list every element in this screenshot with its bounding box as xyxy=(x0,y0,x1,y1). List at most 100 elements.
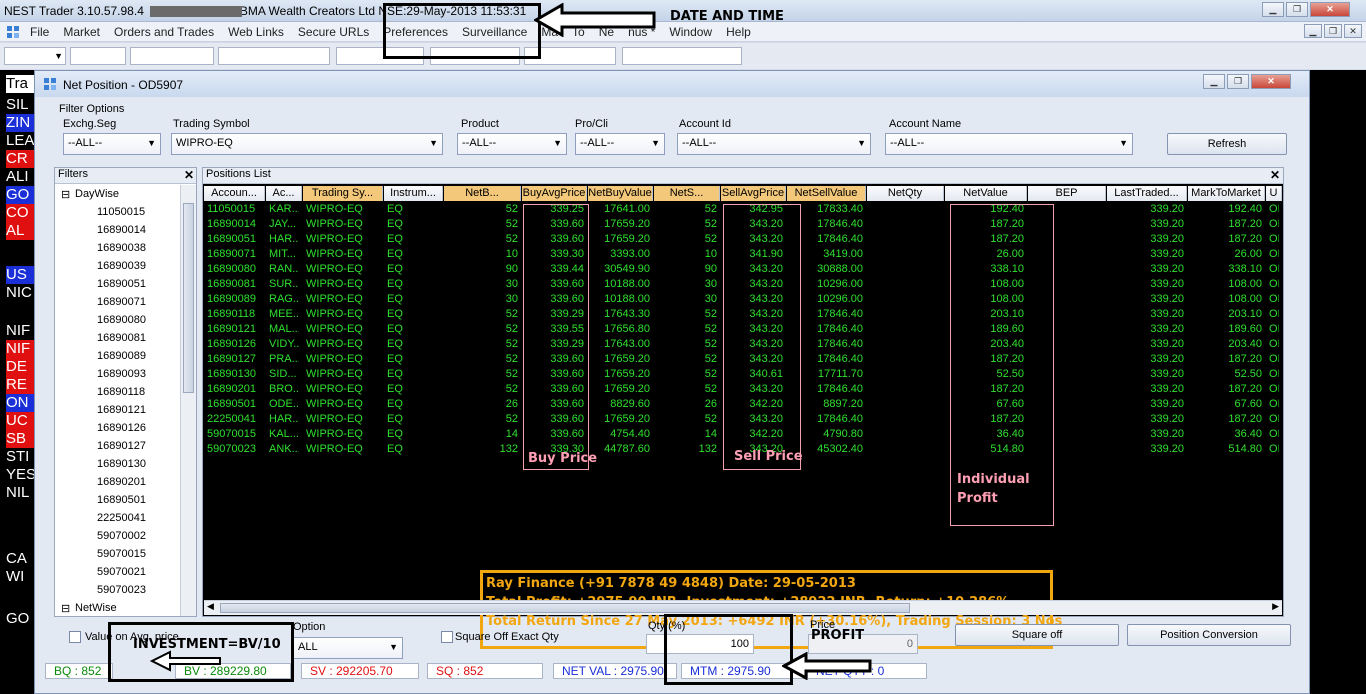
table-cell[interactable]: OI xyxy=(1269,367,1279,382)
column-header[interactable]: Ac... xyxy=(266,186,302,201)
table-cell[interactable]: 187.20 xyxy=(1191,382,1262,397)
market-watch-item[interactable]: LEA xyxy=(6,132,34,150)
table-cell[interactable]: 52 xyxy=(447,217,518,232)
table-cell[interactable]: EQ xyxy=(387,412,440,427)
table-cell[interactable]: WIPRO-EQ xyxy=(306,202,380,217)
filter-pro-cli-select[interactable]: --ALL-- ▼ xyxy=(575,133,665,155)
table-cell[interactable]: 203.40 xyxy=(1191,337,1262,352)
table-cell[interactable]: 52 xyxy=(447,232,518,247)
refresh-button[interactable]: Refresh xyxy=(1167,133,1287,155)
market-watch-item[interactable]: GO xyxy=(6,610,34,628)
table-cell[interactable]: 52 xyxy=(657,352,717,367)
table-cell[interactable]: 36.40 xyxy=(1191,427,1262,442)
filters-scrollbar[interactable] xyxy=(180,185,196,616)
close-icon[interactable]: ✕ xyxy=(1251,74,1291,89)
tree-node-account[interactable]: 11050015 xyxy=(97,206,145,218)
table-cell[interactable]: 16890118 xyxy=(207,307,262,322)
market-watch-item[interactable]: WI xyxy=(6,568,34,586)
table-cell[interactable]: 52 xyxy=(657,322,717,337)
close-icon[interactable]: ✕ xyxy=(1310,2,1350,17)
table-cell[interactable]: 52 xyxy=(447,307,518,322)
table-cell[interactable]: 339.20 xyxy=(1110,427,1184,442)
table-cell[interactable]: WIPRO-EQ xyxy=(306,337,380,352)
table-cell[interactable]: OI xyxy=(1269,412,1279,427)
table-cell[interactable]: 52 xyxy=(447,352,518,367)
tree-node-account[interactable]: 16890118 xyxy=(97,386,145,398)
table-cell[interactable]: 189.60 xyxy=(1191,322,1262,337)
mdi-restore-icon[interactable]: ❐ xyxy=(1324,24,1342,38)
table-cell[interactable]: ANK... xyxy=(269,442,299,457)
table-cell[interactable]: WIPRO-EQ xyxy=(306,217,380,232)
table-cell[interactable]: 30 xyxy=(657,292,717,307)
table-cell[interactable]: 52 xyxy=(657,232,717,247)
table-cell[interactable]: OI xyxy=(1269,322,1279,337)
table-cell[interactable] xyxy=(870,247,941,262)
table-cell[interactable]: OI xyxy=(1269,352,1279,367)
market-watch-item[interactable]: CR xyxy=(6,150,34,168)
table-cell[interactable]: EQ xyxy=(387,367,440,382)
table-cell[interactable] xyxy=(870,202,941,217)
tree-node-account[interactable]: 16890121 xyxy=(97,404,146,416)
table-cell[interactable]: 17659.20 xyxy=(591,367,650,382)
table-cell[interactable]: 52 xyxy=(447,337,518,352)
maximize-icon[interactable]: ❐ xyxy=(1227,74,1249,89)
market-watch-item[interactable]: SB xyxy=(6,430,34,448)
table-cell[interactable]: OI xyxy=(1269,217,1279,232)
table-cell[interactable]: JAY... xyxy=(269,217,299,232)
table-cell[interactable]: 52 xyxy=(447,382,518,397)
table-cell[interactable] xyxy=(870,337,941,352)
table-cell[interactable]: 108.00 xyxy=(1191,277,1262,292)
tree-node-account[interactable]: 16890501 xyxy=(97,494,146,506)
table-cell[interactable]: 187.20 xyxy=(1191,352,1262,367)
table-cell[interactable]: HAR... xyxy=(269,412,299,427)
market-watch-item[interactable]: NIL xyxy=(6,484,34,502)
filter-trading-symbol-select[interactable]: WIPRO-EQ ▼ xyxy=(171,133,443,155)
column-header[interactable]: Trading Sy... xyxy=(303,186,383,201)
square-off-exact-checkbox[interactable] xyxy=(441,631,453,643)
table-cell[interactable]: EQ xyxy=(387,277,440,292)
table-cell[interactable]: 10 xyxy=(657,247,717,262)
table-cell[interactable]: RAN... xyxy=(269,262,299,277)
table-cell[interactable] xyxy=(870,412,941,427)
table-cell[interactable]: 339.20 xyxy=(1110,307,1184,322)
table-cell[interactable]: 14 xyxy=(447,427,518,442)
table-cell[interactable]: EQ xyxy=(387,352,440,367)
table-cell[interactable]: 52 xyxy=(657,202,717,217)
market-watch-item[interactable]: YES xyxy=(6,466,34,484)
table-cell[interactable]: EQ xyxy=(387,217,440,232)
table-cell[interactable]: 132 xyxy=(657,442,717,457)
table-cell[interactable] xyxy=(870,352,941,367)
table-cell[interactable]: 16890051 xyxy=(207,232,262,247)
table-cell[interactable]: 52 xyxy=(657,382,717,397)
table-cell[interactable]: 3393.00 xyxy=(591,247,650,262)
table-cell[interactable]: 90 xyxy=(447,262,518,277)
table-cell[interactable]: OI xyxy=(1269,307,1279,322)
tree-node-account[interactable]: 16890093 xyxy=(97,368,146,380)
menu-item[interactable]: Orders and Trades xyxy=(114,25,214,39)
table-cell[interactable]: WIPRO-EQ xyxy=(306,367,380,382)
table-cell[interactable]: SUR... xyxy=(269,277,299,292)
market-watch-item[interactable]: RE xyxy=(6,376,34,394)
table-cell[interactable]: 339.20 xyxy=(1110,217,1184,232)
table-cell[interactable]: 52 xyxy=(657,217,717,232)
table-cell[interactable]: 26 xyxy=(447,397,518,412)
table-cell[interactable]: 30549.90 xyxy=(591,262,650,277)
table-cell[interactable]: WIPRO-EQ xyxy=(306,412,380,427)
column-header[interactable]: U xyxy=(1266,186,1282,201)
table-cell[interactable]: EQ xyxy=(387,292,440,307)
table-cell[interactable]: 339.20 xyxy=(1110,292,1184,307)
table-cell[interactable]: 10188.00 xyxy=(591,292,650,307)
market-watch-item[interactable]: UC xyxy=(6,412,34,430)
table-cell[interactable]: OI xyxy=(1269,337,1279,352)
table-cell[interactable] xyxy=(870,277,941,292)
table-cell[interactable]: KAR... xyxy=(269,202,299,217)
table-cell[interactable]: 44787.60 xyxy=(591,442,650,457)
table-cell[interactable]: 17659.20 xyxy=(591,232,650,247)
table-cell[interactable]: 16890126 xyxy=(207,337,262,352)
table-cell[interactable]: 52 xyxy=(657,337,717,352)
filter-exchg-seg-select[interactable]: --ALL-- ▼ xyxy=(63,133,161,155)
table-cell[interactable]: EQ xyxy=(387,397,440,412)
tree-node-account[interactable]: 16890080 xyxy=(97,314,146,326)
market-watch-item[interactable]: ALI xyxy=(6,168,34,186)
column-header[interactable]: MarkToMarket xyxy=(1188,186,1265,201)
